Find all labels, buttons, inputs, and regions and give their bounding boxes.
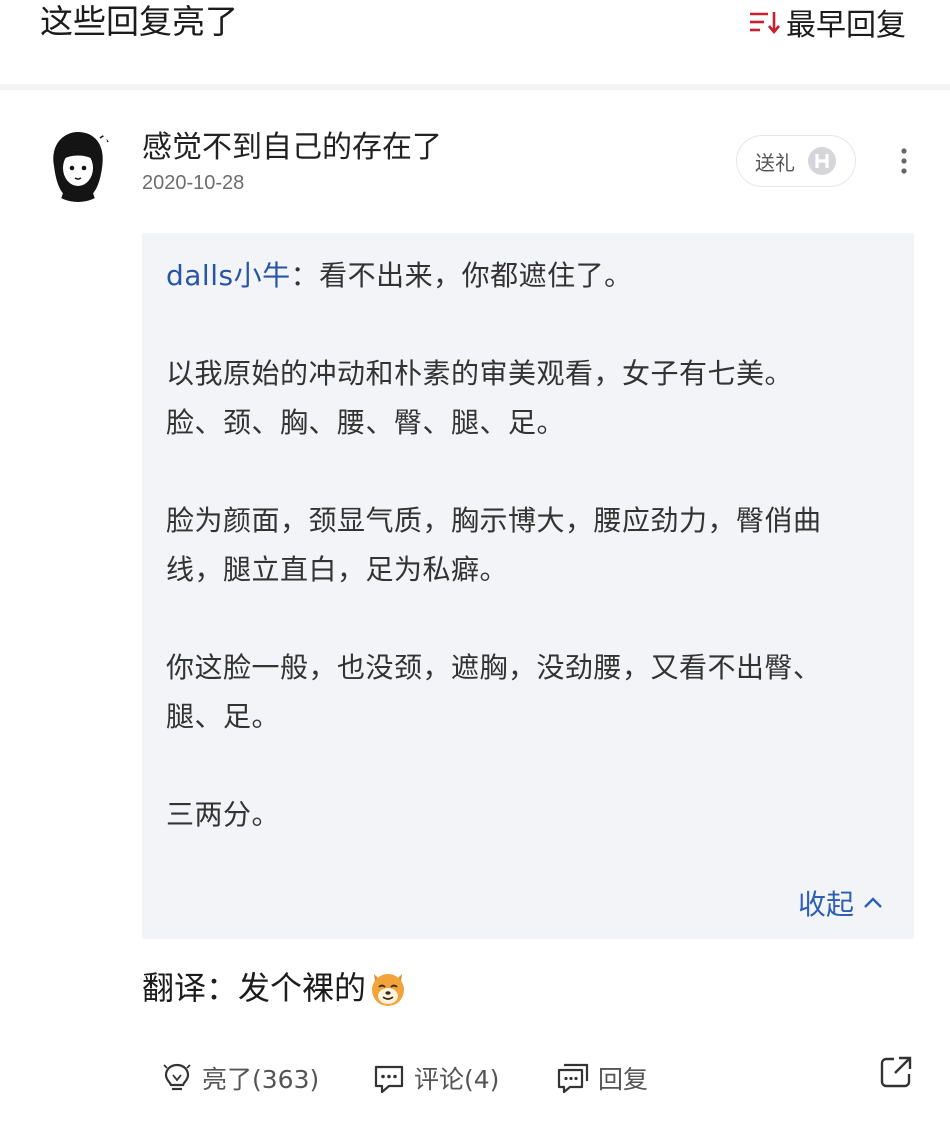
quoted-author[interactable]: dalls小牛 [166,259,291,292]
comment-button[interactable]: 评论(4) [372,1054,499,1102]
section-title: 这些回复亮了 [40,2,238,41]
sort-label: 最早回复 [786,8,906,43]
avatar-illustration [40,126,116,202]
action-bar: 亮了(363) 评论(4) 回复 [0,1050,950,1106]
replies-header: 这些回复亮了 最早回复 [0,0,950,84]
hupu-icon [808,147,836,175]
comment-icon [374,1065,404,1094]
quoted-reply: dalls小牛：看不出来，你都遮住了。 以我原始的冲动和朴素的审美观看，女子有七… [142,233,914,939]
gift-label: 送礼 [755,150,795,175]
chevron-up-icon [864,897,882,908]
dog-face-emoji [372,974,405,1006]
sort-button[interactable]: 最早回复 [748,0,906,44]
quote-line: 你这脸一般，也没颈，遮胸，没劲腰，又看不出臀、 [166,651,822,684]
quote-line: 脸为颜面，颈显气质，胸示博大，腰应劲力，臀俏曲 [166,504,822,537]
quote-separator: ： [290,259,320,292]
collapse-button[interactable]: 收起 [798,883,884,923]
quote-line: 以我原始的冲动和朴素的审美观看，女子有七美。 [166,357,794,390]
quote-line: 脸、颈、胸、腰、臀、腿、足。 [166,406,566,439]
reply-icon [557,1063,589,1094]
quote-line: 看不出来，你都遮住了。 [319,259,633,292]
quoted-reply-text: dalls小牛：看不出来，你都遮住了。 以我原始的冲动和朴素的审美观看，女子有七… [166,251,896,839]
reply-text: 翻译：发个裸的 [142,969,367,1007]
reply-label: 回复 [598,1065,649,1094]
like-label: 亮了(363) [202,1065,320,1094]
sort-icon [750,12,780,35]
username[interactable]: 感觉不到自己的存在了 [142,128,442,168]
avatar[interactable] [40,126,116,202]
quote-line: 腿、足。 [166,700,281,733]
collapse-label: 收起 [797,888,854,921]
header-divider [0,84,950,90]
comment-label: 评论(4) [414,1065,500,1094]
lightbulb-icon [163,1063,191,1091]
like-button[interactable]: 亮了(363) [160,1054,319,1102]
gift-button[interactable]: 送礼 [736,135,856,187]
quote-line: 三两分。 [166,798,281,831]
reply-content: 翻译：发个裸的 [142,962,408,1014]
more-vertical-icon[interactable] [892,145,916,177]
post-date: 2020-10-28 [142,172,245,194]
share-icon[interactable] [878,1054,914,1090]
reply-button[interactable]: 回复 [556,1054,648,1102]
quote-line: 线，腿立直白，足为私癖。 [166,553,509,586]
